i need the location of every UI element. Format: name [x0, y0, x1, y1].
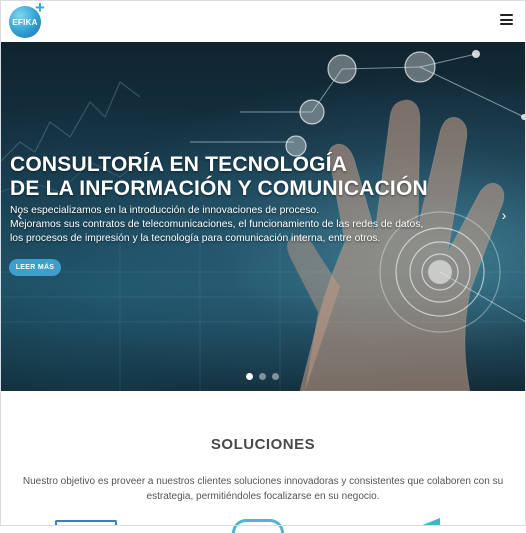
- hero-description: Nos especializamos en la introducción de…: [10, 204, 423, 246]
- hero-description-line-2: Mejoramos sus contratos de telecomunicac…: [10, 219, 424, 230]
- slide-dot-1[interactable]: [246, 373, 253, 380]
- leer-mas-button[interactable]: LEER MÁS: [9, 259, 61, 276]
- site-header: EFIKA +: [0, 0, 526, 42]
- hero-title-line-2: DE LA INFORMACIÓN Y COMUNICACIÓN: [10, 177, 428, 200]
- next-slide-arrow-icon[interactable]: ›: [498, 208, 510, 222]
- hero-description-line-3: los procesos de impresión y la tecnologí…: [10, 233, 381, 244]
- soluciones-description: Nuestro objetivo es proveer a nuestros c…: [20, 474, 506, 504]
- hero-description-line-1: Nos especializamos en la introducción de…: [10, 205, 320, 216]
- prev-slide-arrow-icon[interactable]: ‹: [14, 208, 26, 222]
- hero-title-line-1: CONSULTORÍA EN TECNOLOGÍA: [10, 153, 348, 176]
- solution-triangle-icon: [420, 518, 440, 526]
- soluciones-description-line-1: Nuestro objetivo es proveer a nuestros c…: [22, 476, 504, 487]
- hero-slider: CONSULTORÍA EN TECNOLOGÍA DE LA INFORMAC…: [0, 42, 526, 391]
- slide-dot-2[interactable]: [259, 373, 266, 380]
- slide-dot-3[interactable]: [272, 373, 279, 380]
- solution-card-icon: [55, 520, 117, 526]
- logo-text: EFIKA: [12, 17, 38, 27]
- slider-pagination: [246, 373, 279, 380]
- soluciones-title: SOLUCIONES: [210, 436, 316, 453]
- solution-circle-icon: [232, 519, 284, 533]
- hero-title: CONSULTORÍA EN TECNOLOGÍA DE LA INFORMAC…: [10, 153, 428, 201]
- logo-plus-icon: +: [35, 0, 45, 17]
- hamburger-menu-icon[interactable]: [500, 14, 513, 25]
- soluciones-description-line-2: estrategia, permitiéndoles focalizarse e…: [146, 491, 380, 502]
